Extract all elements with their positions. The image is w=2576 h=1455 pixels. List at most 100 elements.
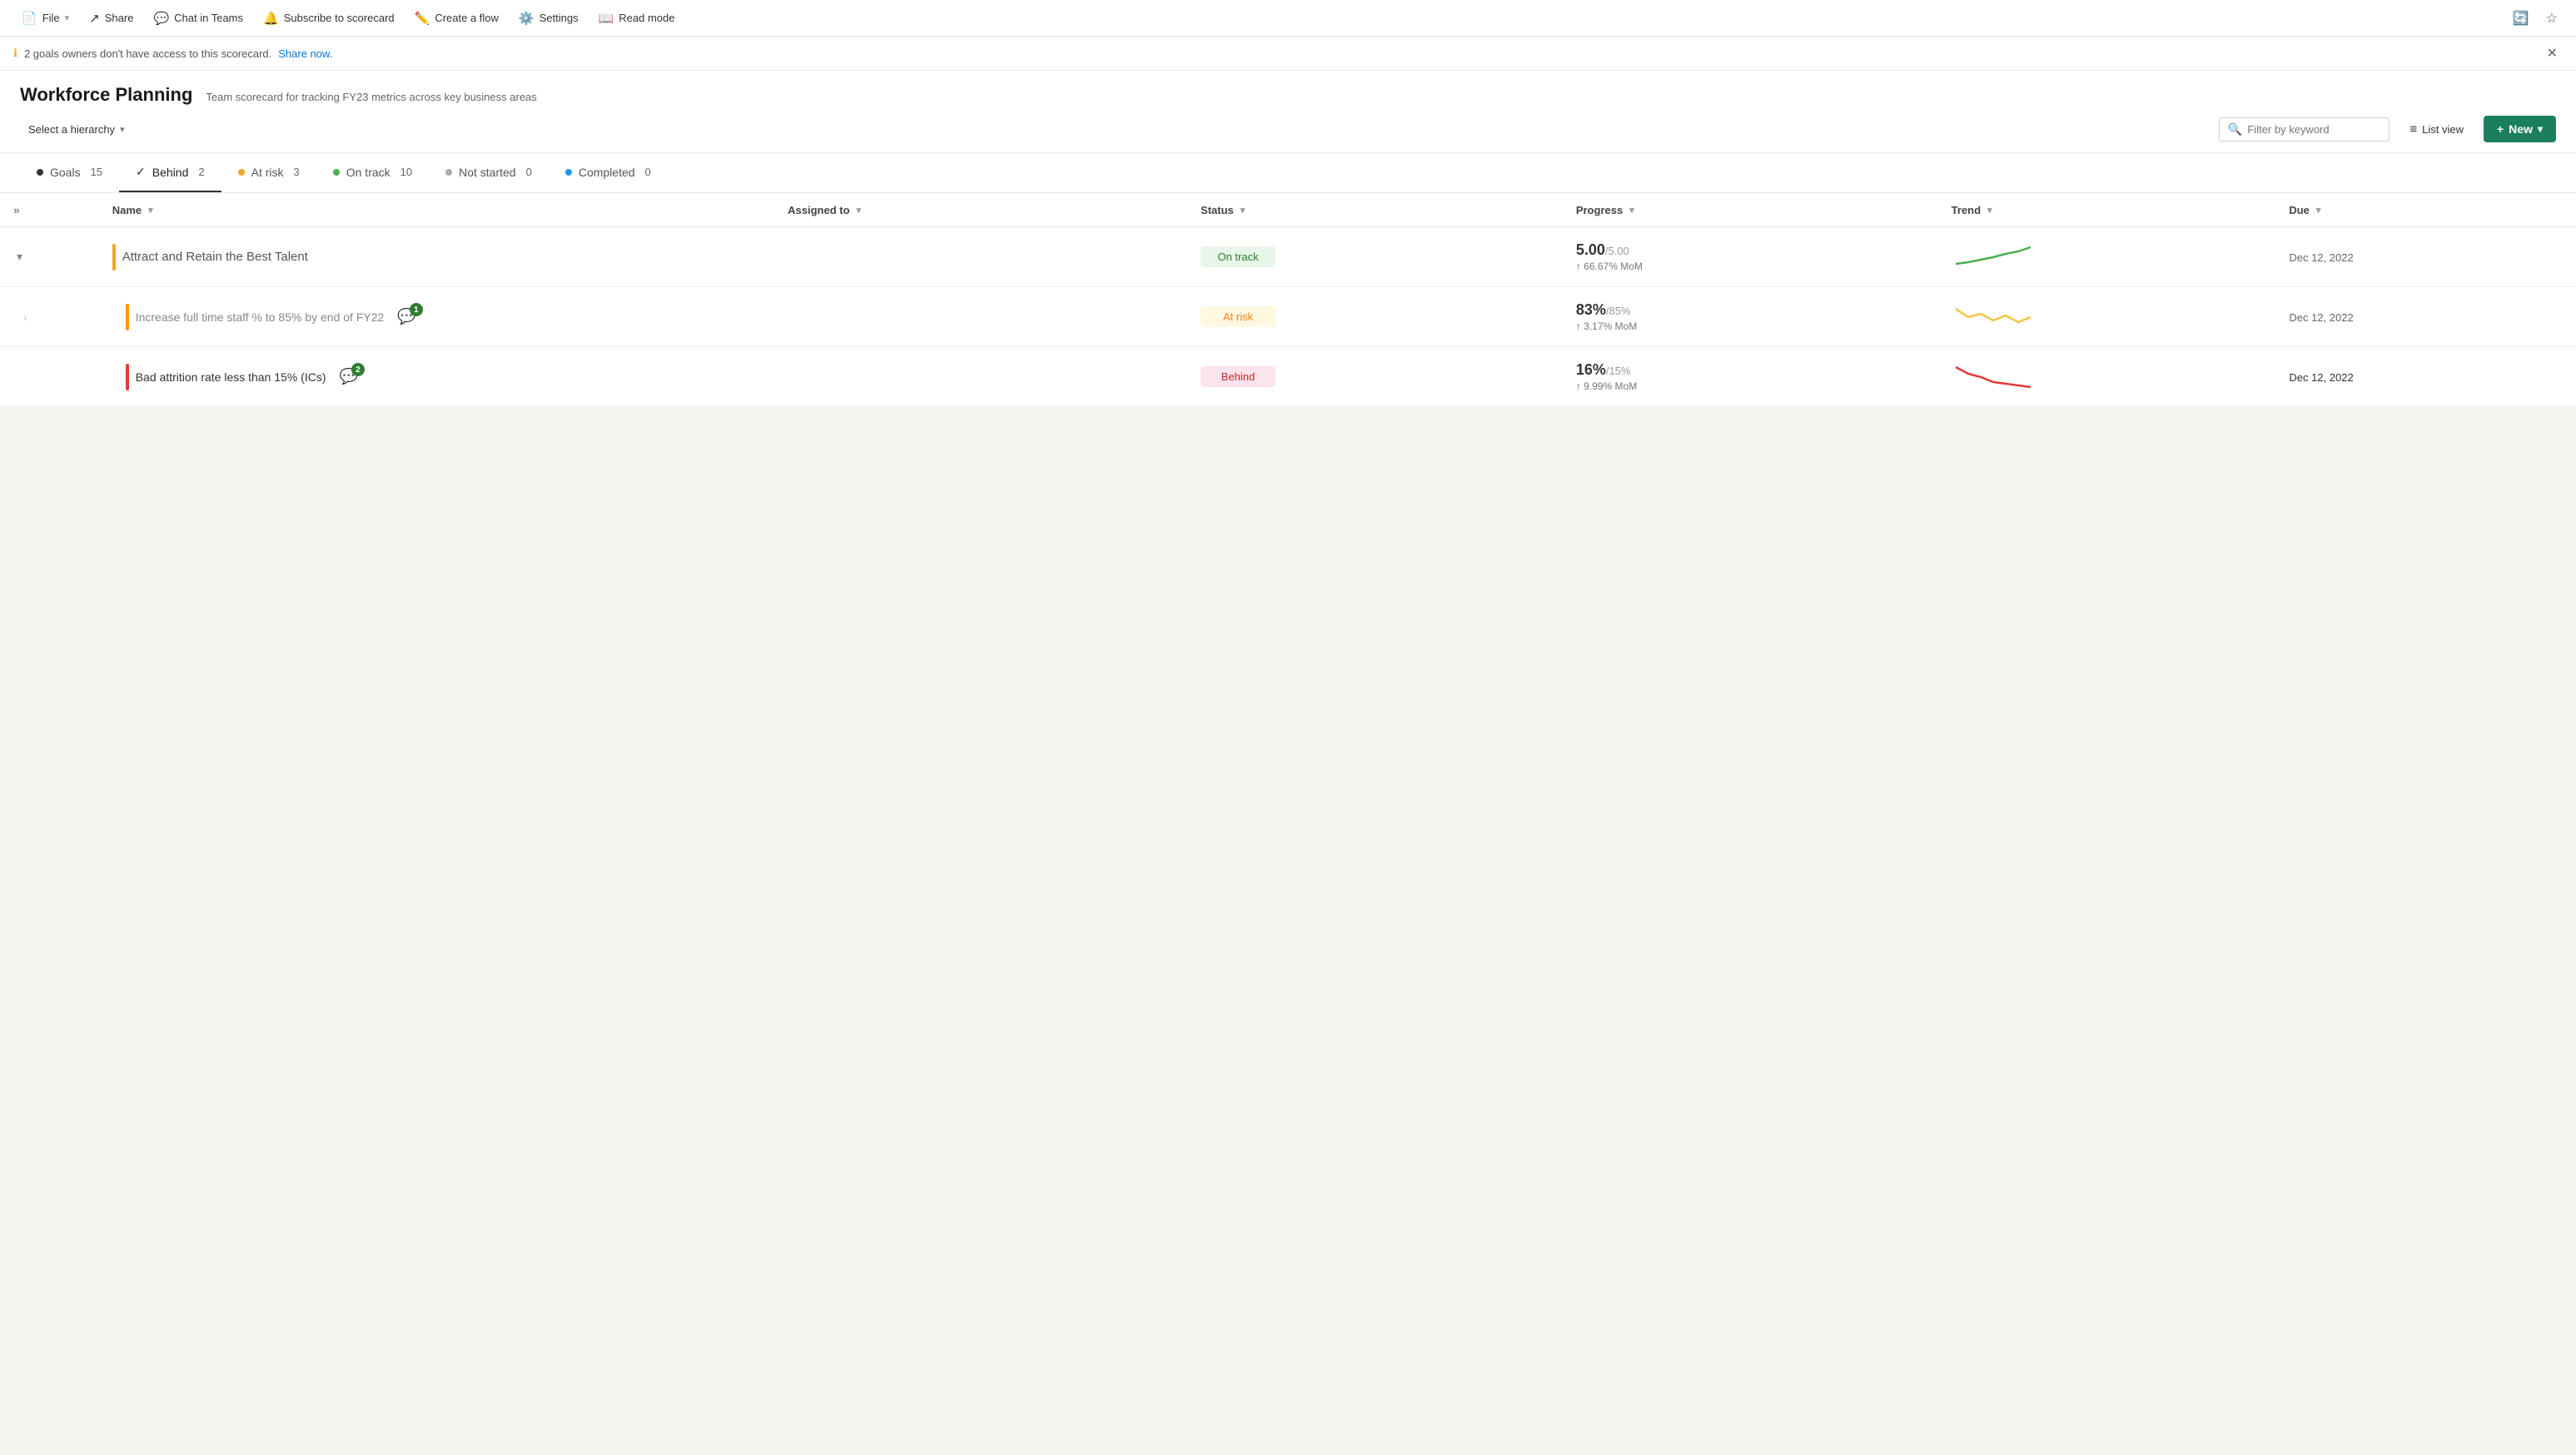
toolbar: 📄 File ▾ ↗ Share 💬 Chat in Teams 🔔 Subsc… [0,0,2576,37]
tab-at-risk[interactable]: At risk 3 [221,154,316,192]
filter-input[interactable] [2247,123,2380,136]
due-cell-1: Dec 12, 2022 [2275,227,2576,287]
accent-bar [112,244,116,271]
new-button[interactable]: + New ▾ [2484,116,2556,142]
tab-at-risk-count: 3 [294,166,300,178]
not-started-dot [445,169,452,176]
expand-all-icon[interactable]: » [13,203,20,216]
progress-target-1: /5.00 [1605,245,1629,257]
share-now-link[interactable]: Share now. [278,47,332,60]
expand-icon-2[interactable]: › [20,307,31,327]
accent-bar-2 [126,304,129,330]
tab-not-started-count: 0 [526,166,532,178]
progress-value-3: 16% [1576,361,1606,378]
collapse-icon[interactable]: ▾ [13,246,26,266]
page-subtitle: Team scorecard for tracking FY23 metrics… [206,91,536,103]
th-progress: Progress ▾ [1563,193,1938,227]
goals-dot [37,169,43,176]
tab-at-risk-label: At risk [251,166,284,179]
file-menu[interactable]: 📄 File ▾ [13,6,77,31]
file-label: File [42,12,60,24]
name-sort-icon: ▾ [148,205,153,216]
mom-arrow-3: ↑ [1576,380,1581,392]
tab-behind[interactable]: ✓ Behind 2 [119,153,221,192]
status-sort-button[interactable]: Status ▾ [1201,204,1245,216]
status-badge-3: Behind [1201,366,1276,387]
file-caret-icon: ▾ [65,12,70,23]
chat-label: Chat in Teams [174,12,243,24]
main-content: » Name ▾ Assigned to ▾ Status [0,193,2576,407]
trend-cell-1 [1938,227,2276,287]
assigned-cell-3 [774,347,1187,407]
subscribe-icon: 🔔 [263,11,279,26]
trend-cell-3 [1938,347,2276,407]
read-mode-label: Read mode [619,12,674,24]
hierarchy-select-button[interactable]: Select a hierarchy ▾ [20,119,133,140]
trend-sort-button[interactable]: Trend ▾ [1952,204,1992,216]
due-sort-icon: ▾ [2316,205,2321,216]
chat-in-teams-button[interactable]: 💬 Chat in Teams [145,6,251,31]
file-icon: 📄 [22,11,37,26]
tab-on-track-label: On track [346,166,390,179]
progress-sort-button[interactable]: Progress ▾ [1576,204,1634,216]
page-title: Workforce Planning [20,84,192,106]
table-row: ▾ Attract and Retain the Best Talent On … [0,227,2576,287]
tab-on-track[interactable]: On track 10 [316,154,429,192]
create-flow-button[interactable]: ✏️ Create a flow [406,6,507,31]
expand-cell-3 [0,347,99,407]
tab-not-started[interactable]: Not started 0 [429,154,549,192]
name-cell-2: Increase full time staff % to 85% by end… [99,287,774,347]
name-col-label: Name [112,204,142,216]
tab-behind-count: 2 [198,166,204,178]
status-cell-1: On track [1187,227,1563,287]
read-mode-button[interactable]: 📖 Read mode [590,6,684,31]
alert-message: 2 goals owners don't have access to this… [24,47,271,60]
progress-col-label: Progress [1576,204,1623,216]
tab-goals[interactable]: Goals 15 [20,154,119,192]
goal-name-2[interactable]: Increase full time staff % to 85% by end… [136,310,385,324]
tab-completed[interactable]: Completed 0 [549,154,668,192]
expand-cell-1: ▾ [0,227,99,287]
assigned-sort-button[interactable]: Assigned to ▾ [788,204,861,216]
refresh-icon[interactable]: 🔄 [2508,5,2534,32]
th-due: Due ▾ [2275,193,2576,227]
alert-close-button[interactable]: ✕ [2542,43,2563,63]
hierarchy-label: Select a hierarchy [28,123,115,136]
new-label: New [2509,122,2533,136]
due-date-3: Dec 12, 2022 [2289,371,2353,384]
share-button[interactable]: ↗ Share [81,6,142,31]
progress-target-3: /15% [1606,365,1631,377]
goals-table: » Name ▾ Assigned to ▾ Status [0,193,2576,407]
progress-cell-3: 16%/15% ↑ 9.99% MoM [1563,347,1938,407]
settings-button[interactable]: ⚙️ Settings [510,6,587,31]
status-col-label: Status [1201,204,1234,216]
status-badge-1: On track [1201,246,1276,267]
expand-cell-2: › [0,287,99,347]
accent-bar-3 [126,364,129,390]
status-cell-2: At risk [1187,287,1563,347]
tab-behind-label: Behind [152,166,189,179]
tab-goals-count: 15 [91,166,102,178]
assigned-sort-icon: ▾ [857,205,862,216]
th-name: Name ▾ [99,193,774,227]
trend-sort-icon: ▾ [1987,205,1992,216]
goal-name-3[interactable]: Bad attrition rate less than 15% (ICs) [136,370,326,384]
progress-target-2: /85% [1606,305,1631,317]
list-view-button[interactable]: ≡ List view [2399,117,2474,142]
list-view-label: List view [2422,123,2464,136]
subscribe-scorecard-button[interactable]: 🔔 Subscribe to scorecard [255,6,403,31]
star-icon[interactable]: ☆ [2541,5,2563,32]
due-date-2: Dec 12, 2022 [2289,311,2353,324]
progress-mom-2: ↑ 3.17% MoM [1576,320,1925,332]
on-track-dot [333,169,340,176]
table-row: Bad attrition rate less than 15% (ICs) 💬… [0,347,2576,407]
tab-goals-label: Goals [50,166,81,179]
name-cell-1: Attract and Retain the Best Talent [99,227,774,287]
name-cell-3: Bad attrition rate less than 15% (ICs) 💬… [99,347,774,407]
mom-arrow-1: ↑ [1576,261,1581,272]
name-sort-button[interactable]: Name ▾ [112,204,153,216]
tab-not-started-label: Not started [459,166,515,179]
due-sort-button[interactable]: Due ▾ [2289,204,2320,216]
goal-name-1[interactable]: Attract and Retain the Best Talent [122,250,308,264]
tab-on-track-count: 10 [400,166,412,178]
